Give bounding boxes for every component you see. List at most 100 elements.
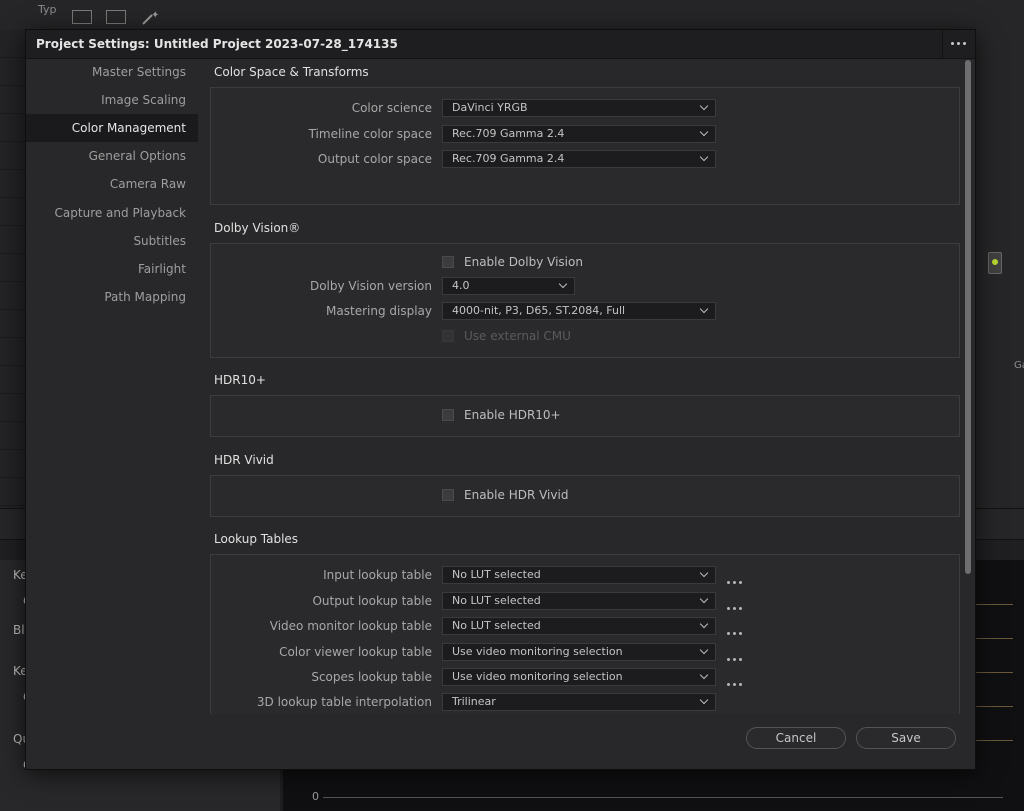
sidebar-item-master-settings[interactable]: Master Settings	[26, 58, 198, 86]
dialog-options-button[interactable]	[942, 30, 975, 58]
cancel-button[interactable]: Cancel	[746, 727, 846, 749]
sidebar-item-image-scaling[interactable]: Image Scaling	[26, 86, 198, 114]
hdr10plus-panel: Enable HDR10+	[210, 395, 960, 437]
color-viewer-lut-label: Color viewer lookup table	[279, 645, 432, 659]
list-view-icon[interactable]	[106, 10, 126, 24]
sidebar-item-color-management[interactable]: Color Management	[26, 114, 198, 142]
project-settings-dialog: Project Settings: Untitled Project 2023-…	[26, 30, 975, 769]
external-cmu-label: Use external CMU	[464, 329, 571, 343]
chevron-down-icon	[699, 645, 709, 655]
enable-dolby-vision-label: Enable Dolby Vision	[464, 255, 583, 269]
enable-hdr10plus-label: Enable HDR10+	[464, 408, 561, 422]
node-output-icon	[988, 252, 1002, 274]
chevron-down-icon	[699, 594, 709, 604]
dolby-vision-panel: Enable Dolby Vision Dolby Vision version…	[210, 243, 960, 358]
dialog-title-bar: Project Settings: Untitled Project 2023-…	[26, 30, 975, 59]
color-viewer-lut-dropdown[interactable]: Use video monitoring selection	[442, 643, 716, 661]
output-lut-options-button[interactable]	[727, 599, 742, 613]
input-lut-value: No LUT selected	[452, 568, 541, 581]
sidebar-item-capture-playback[interactable]: Capture and Playback	[26, 199, 198, 227]
save-button[interactable]: Save	[856, 727, 956, 749]
scope-gridline	[973, 604, 1013, 605]
background-type-label: Typ	[38, 3, 57, 16]
scope-gridline	[973, 706, 1013, 707]
settings-content: Color Space & Transforms Color science D…	[210, 58, 962, 714]
clip-view-icon[interactable]	[72, 10, 92, 24]
color-science-dropdown[interactable]: DaVinci YRGB	[442, 99, 716, 117]
lookup-tables-panel: Input lookup table No LUT selected Outpu…	[210, 554, 960, 714]
background-toolbar: Typ ✦	[0, 0, 1024, 31]
sidebar-item-camera-raw[interactable]: Camera Raw	[26, 170, 198, 198]
scopes-lut-dropdown[interactable]: Use video monitoring selection	[442, 668, 716, 686]
chevron-down-icon	[699, 304, 709, 314]
mastering-display-value: 4000-nit, P3, D65, ST.2084, Full	[452, 304, 626, 317]
video-monitor-lut-options-button[interactable]	[727, 624, 742, 638]
output-color-space-label: Output color space	[317, 152, 432, 166]
lut-interpolation-dropdown[interactable]: Trilinear	[442, 693, 716, 711]
enable-dolby-vision-checkbox[interactable]	[442, 256, 454, 268]
input-lut-options-button[interactable]	[727, 573, 742, 587]
settings-scrollbar-thumb[interactable]	[965, 60, 971, 574]
color-viewer-lut-options-button[interactable]	[727, 650, 742, 664]
chevron-down-icon	[699, 568, 709, 578]
chevron-down-icon	[699, 695, 709, 705]
lut-interpolation-value: Trilinear	[452, 695, 496, 708]
video-monitor-lut-dropdown[interactable]: No LUT selected	[442, 617, 716, 635]
more-horizontal-icon	[951, 42, 966, 45]
background-left-list	[0, 30, 28, 530]
more-horizontal-icon	[727, 658, 742, 661]
color-science-value: DaVinci YRGB	[452, 101, 528, 114]
enable-hdr-vivid-label: Enable HDR Vivid	[464, 488, 569, 502]
chevron-down-icon	[699, 619, 709, 629]
section-title-dolby-vision: Dolby Vision®	[214, 221, 301, 235]
dialog-title: Project Settings: Untitled Project 2023-…	[36, 37, 398, 51]
scope-gridline	[973, 638, 1013, 639]
scopes-lut-label: Scopes lookup table	[311, 670, 432, 684]
external-cmu-checkbox[interactable]	[442, 330, 454, 342]
more-horizontal-icon	[727, 581, 742, 584]
timeline-color-space-dropdown[interactable]: Rec.709 Gamma 2.4	[442, 125, 716, 143]
more-horizontal-icon	[727, 632, 742, 635]
sidebar-item-subtitles[interactable]: Subtitles	[26, 227, 198, 255]
svg-text:✦: ✦	[151, 10, 159, 21]
sidebar-item-fairlight[interactable]: Fairlight	[26, 255, 198, 283]
timeline-color-space-value: Rec.709 Gamma 2.4	[452, 127, 565, 140]
sidebar-item-path-mapping[interactable]: Path Mapping	[26, 283, 198, 311]
output-lut-value: No LUT selected	[452, 594, 541, 607]
settings-scrollbar[interactable]	[964, 58, 972, 738]
background-node-label: Ga	[1014, 360, 1024, 371]
hdr-vivid-panel: Enable HDR Vivid	[210, 475, 960, 517]
video-monitor-lut-label: Video monitor lookup table	[269, 619, 432, 633]
scope-gridline	[973, 740, 1013, 741]
sidebar-item-general-options[interactable]: General Options	[26, 142, 198, 170]
output-color-space-dropdown[interactable]: Rec.709 Gamma 2.4	[442, 150, 716, 168]
enable-hdr-vivid-checkbox[interactable]	[442, 489, 454, 501]
timeline-color-space-label: Timeline color space	[308, 127, 432, 141]
dolby-version-label: Dolby Vision version	[309, 279, 432, 293]
node-dot-icon	[992, 259, 998, 265]
section-title-lookup-tables: Lookup Tables	[214, 532, 299, 546]
mastering-display-dropdown[interactable]: 4000-nit, P3, D65, ST.2084, Full	[442, 302, 716, 320]
enable-hdr10plus-checkbox[interactable]	[442, 409, 454, 421]
chevron-down-icon	[699, 152, 709, 162]
scope-gridline	[973, 672, 1013, 673]
scopes-lut-options-button[interactable]	[727, 675, 742, 689]
mastering-display-label: Mastering display	[326, 304, 432, 318]
section-title-hdr10plus: HDR10+	[214, 373, 266, 387]
color-science-label: Color science	[351, 101, 432, 115]
scope-zero-label: 0	[312, 790, 319, 803]
dolby-version-dropdown[interactable]: 4.0	[442, 277, 575, 295]
magic-wand-icon[interactable]: ✦	[140, 8, 160, 26]
lut-interpolation-label: 3D lookup table interpolation	[256, 695, 432, 709]
output-lut-label: Output lookup table	[312, 594, 432, 608]
section-title-hdr-vivid: HDR Vivid	[214, 453, 274, 467]
video-monitor-lut-value: No LUT selected	[452, 619, 541, 632]
chevron-down-icon	[699, 127, 709, 137]
more-horizontal-icon	[727, 607, 742, 610]
dolby-version-value: 4.0	[452, 279, 470, 292]
input-lut-label: Input lookup table	[323, 568, 432, 582]
output-lut-dropdown[interactable]: No LUT selected	[442, 592, 716, 610]
input-lut-dropdown[interactable]: No LUT selected	[442, 566, 716, 584]
chevron-down-icon	[558, 279, 568, 289]
output-color-space-value: Rec.709 Gamma 2.4	[452, 152, 565, 165]
